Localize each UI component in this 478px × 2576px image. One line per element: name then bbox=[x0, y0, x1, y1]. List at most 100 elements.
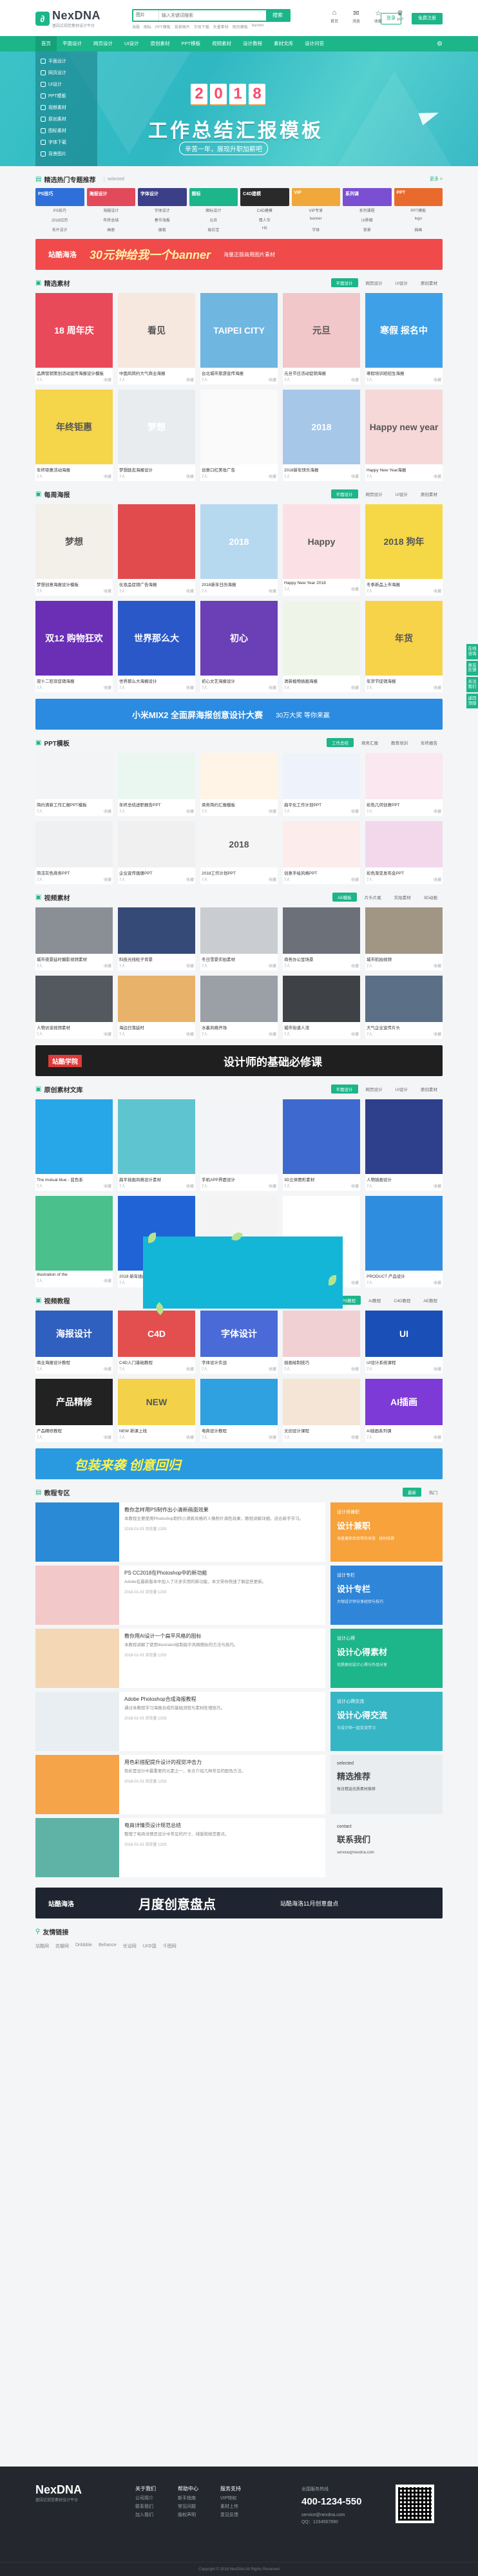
content-card[interactable]: 化妆品促销广告海报 7人 收藏 bbox=[118, 504, 195, 596]
tag-link[interactable]: 展板 bbox=[138, 227, 187, 232]
nav-item[interactable]: 设计问答 bbox=[299, 36, 330, 52]
nav-item[interactable]: 网页设计 bbox=[88, 36, 119, 52]
content-card[interactable]: 年终总结述职报告PPT 7人 收藏 bbox=[118, 753, 195, 816]
section-tab[interactable]: 平面设计 bbox=[330, 489, 358, 498]
card-favorite[interactable]: 收藏 bbox=[351, 1183, 359, 1189]
card-favorite[interactable]: 收藏 bbox=[351, 963, 359, 969]
card-favorite[interactable]: 收藏 bbox=[351, 808, 359, 814]
hero-banner[interactable]: 平面设计 网页设计 UI设计 PPT模板 视频素材 原创素材 图标素材 字体下载… bbox=[0, 52, 478, 166]
category-menu-item[interactable]: 视频素材 bbox=[35, 102, 97, 113]
card-favorite[interactable]: 收藏 bbox=[104, 1434, 111, 1440]
content-card[interactable]: 彩色渐变发布会PPT 7人 收藏 bbox=[365, 821, 443, 884]
card-favorite[interactable]: 收藏 bbox=[434, 685, 441, 690]
card-favorite[interactable]: 收藏 bbox=[434, 876, 441, 882]
card-favorite[interactable]: 收藏 bbox=[351, 377, 359, 383]
content-card[interactable]: 寒假 报名中 寒假培训班招生海报 7人 收藏 bbox=[365, 293, 443, 384]
content-card[interactable]: 初心 初心文艺海报设计 7人 收藏 bbox=[200, 601, 278, 692]
footer-link[interactable]: 版权声明 bbox=[178, 2512, 198, 2520]
content-card[interactable]: 人物访谈视频素材 7人 收藏 bbox=[35, 976, 113, 1039]
hot-word[interactable]: banner bbox=[252, 24, 264, 30]
card-favorite[interactable]: 收藏 bbox=[186, 876, 194, 882]
card-favorite[interactable]: 收藏 bbox=[434, 588, 441, 594]
content-card[interactable]: 产品精修 产品精修教程 7人 收藏 bbox=[35, 1379, 113, 1442]
content-card[interactable]: 商务办公室场景 7人 收藏 bbox=[283, 907, 360, 971]
card-favorite[interactable]: 收藏 bbox=[434, 1031, 441, 1037]
search-button[interactable]: 搜索 bbox=[266, 10, 289, 21]
tag-link[interactable]: 年终总结 bbox=[87, 217, 136, 223]
tag-link[interactable]: 字体 bbox=[292, 227, 341, 232]
card-favorite[interactable]: 收藏 bbox=[269, 1031, 276, 1037]
card-favorite[interactable]: 收藏 bbox=[434, 377, 441, 383]
card-favorite[interactable]: 收藏 bbox=[186, 1434, 194, 1440]
nav-item[interactable]: 首页 bbox=[35, 36, 57, 52]
card-favorite[interactable]: 收藏 bbox=[186, 1031, 194, 1037]
footer-link[interactable]: 加入我们 bbox=[135, 2512, 156, 2520]
tutorial-item[interactable]: 电商详情页设计规范总结 整理了电商详情页设计中常见的尺寸、排版和规范要点。 2018… bbox=[35, 1818, 325, 1877]
category-menu-item[interactable]: 背景图片 bbox=[35, 148, 97, 160]
nav-item[interactable]: 素材文库 bbox=[268, 36, 299, 52]
ad-banner[interactable]: 包装来袭 创意回归 bbox=[35, 1448, 443, 1479]
footer-logo[interactable]: NexDNA 基因式视觉素材设计平台 bbox=[35, 2483, 82, 2503]
category-menu-item[interactable]: 字体下载 bbox=[35, 137, 97, 148]
card-favorite[interactable]: 收藏 bbox=[351, 685, 359, 690]
content-card[interactable]: 简约清新工作汇报PPT模板 7人 收藏 bbox=[35, 753, 113, 816]
card-favorite[interactable]: 收藏 bbox=[186, 1366, 194, 1372]
topic-card[interactable]: PS技巧 PS技巧 bbox=[35, 188, 84, 213]
card-favorite[interactable]: 收藏 bbox=[186, 808, 194, 814]
card-favorite[interactable]: 收藏 bbox=[186, 473, 194, 479]
content-card[interactable]: PRODUCT 产品设计 7人 收藏 bbox=[365, 1196, 443, 1287]
message-link[interactable]: ✉ 消息 bbox=[349, 9, 364, 24]
content-card[interactable]: 彩色几何创意PPT 7人 收藏 bbox=[365, 753, 443, 816]
card-favorite[interactable]: 收藏 bbox=[269, 377, 276, 383]
card-favorite[interactable]: 收藏 bbox=[186, 963, 194, 969]
card-favorite[interactable]: 收藏 bbox=[434, 1183, 441, 1189]
topic-card[interactable]: 图标 图标设计 bbox=[189, 188, 238, 213]
login-button[interactable]: 登录 bbox=[381, 13, 401, 24]
card-favorite[interactable]: 收藏 bbox=[269, 473, 276, 479]
card-favorite[interactable]: 收藏 bbox=[104, 685, 111, 690]
content-card[interactable]: 企业宣传画册PPT 7人 收藏 bbox=[118, 821, 195, 884]
sidebar-button[interactable]: 关注我们 bbox=[466, 677, 478, 692]
footer-link[interactable]: 新手指南 bbox=[178, 2495, 198, 2503]
card-favorite[interactable]: 收藏 bbox=[351, 1366, 359, 1372]
sidebar-button[interactable]: 意见反馈 bbox=[466, 660, 478, 676]
content-card[interactable]: 城市航拍视频 7人 收藏 bbox=[365, 907, 443, 971]
topic-card[interactable]: 系列课 系列课程 bbox=[343, 188, 392, 213]
card-favorite[interactable]: 收藏 bbox=[269, 876, 276, 882]
tag-link[interactable]: 2018日历 bbox=[35, 217, 84, 223]
card-favorite[interactable]: 收藏 bbox=[104, 1183, 111, 1189]
section-tab[interactable]: C4D教程 bbox=[388, 1296, 416, 1305]
card-favorite[interactable]: 收藏 bbox=[351, 586, 359, 592]
section-tab[interactable]: 网页设计 bbox=[361, 278, 388, 287]
content-card[interactable]: C4D C4D入门基础教程 7人 收藏 bbox=[118, 1311, 195, 1374]
tag-link[interactable]: 背景 bbox=[343, 227, 392, 232]
content-card[interactable]: 创意口红美妆广告 7人 收藏 bbox=[200, 390, 278, 481]
content-card[interactable]: 海报设计 商业海报设计教程 7人 收藏 bbox=[35, 1311, 113, 1374]
card-favorite[interactable]: 收藏 bbox=[351, 1434, 359, 1440]
settings-icon[interactable]: ⚙ bbox=[437, 41, 443, 48]
footer-link[interactable]: 素材上传 bbox=[220, 2503, 241, 2512]
tab-latest[interactable]: 最新 bbox=[403, 1488, 421, 1497]
footer-link[interactable]: 联系我们 bbox=[135, 2503, 156, 2512]
hot-word[interactable]: 矢量素材 bbox=[213, 24, 229, 30]
friend-link[interactable]: 千图网 bbox=[163, 1943, 177, 1949]
topic-card[interactable]: 字体设计 字体设计 bbox=[138, 188, 187, 213]
content-card[interactable]: 3D立体图形素材 7人 收藏 bbox=[283, 1099, 360, 1191]
nav-item[interactable]: PPT模板 bbox=[176, 36, 207, 52]
friend-link[interactable]: UI中国 bbox=[143, 1943, 157, 1949]
card-favorite[interactable]: 收藏 bbox=[104, 473, 111, 479]
section-tab[interactable]: AE教程 bbox=[418, 1296, 443, 1305]
section-tab[interactable]: 平面设计 bbox=[330, 278, 358, 287]
content-card[interactable]: 年终钜惠 年终钜惠活动海报 7人 收藏 bbox=[35, 390, 113, 481]
card-favorite[interactable]: 收藏 bbox=[269, 1366, 276, 1372]
tag-link[interactable]: logo bbox=[394, 217, 443, 223]
category-menu-item[interactable]: UI设计 bbox=[35, 79, 97, 90]
nav-item[interactable]: 原创素材 bbox=[145, 36, 176, 52]
side-promo-card[interactable]: 设计师兼职 设计兼职 海量兼职项目等你来接 · 按时结算 bbox=[330, 1502, 443, 1562]
card-favorite[interactable]: 收藏 bbox=[434, 963, 441, 969]
tag-link[interactable]: UI界面 bbox=[343, 217, 392, 223]
content-card[interactable]: 元旦 元旦节日活动促销海报 7人 收藏 bbox=[283, 293, 360, 384]
content-card[interactable]: AI插画 AI插画系列课 7人 收藏 bbox=[365, 1379, 443, 1442]
card-favorite[interactable]: 收藏 bbox=[104, 1031, 111, 1037]
content-card[interactable]: 年货 年货节促销海报 7人 收藏 bbox=[365, 601, 443, 692]
